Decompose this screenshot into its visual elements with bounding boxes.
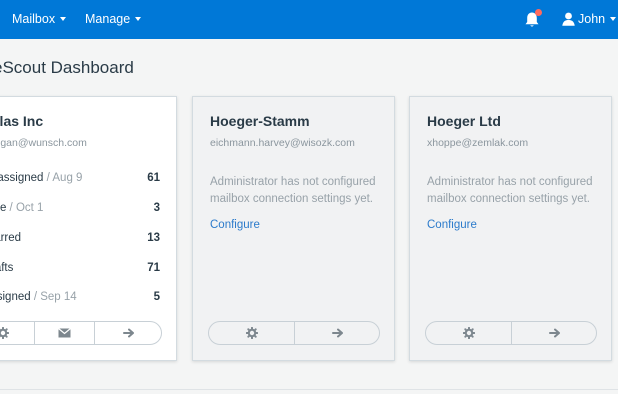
nav-mailbox-dropdown[interactable]: Mailbox (12, 0, 67, 39)
chevron-down-icon (135, 16, 142, 21)
mailbox-settings-button[interactable] (209, 322, 295, 344)
open-mailbox-button[interactable] (295, 322, 379, 344)
notification-badge (535, 9, 542, 16)
mailbox-card: ulas Inc rogan@wunsch.com nassigned / Au… (0, 96, 177, 361)
chevron-down-icon (610, 16, 617, 21)
mailbox-email: eichmann.harvey@wisozk.com (210, 137, 355, 149)
mailbox-email: xhoppe@zemlak.com (427, 137, 529, 149)
not-configured-message: Administrator has not configured mailbox… (210, 176, 376, 205)
folder-date: / Sep 14 (30, 291, 77, 303)
folder-row-starred[interactable]: tarred 13 (0, 232, 176, 250)
user-menu-dropdown[interactable]: John (562, 0, 617, 39)
new-conversation-button[interactable] (35, 322, 95, 344)
folder-count: 3 (153, 202, 160, 214)
folder-label: rafts (0, 262, 14, 274)
folder-label: tarred (0, 232, 22, 244)
folder-count: 13 (147, 232, 160, 244)
folder-row-assigned[interactable]: ssigned / Sep 14 5 (0, 291, 176, 309)
arrow-right-icon (548, 328, 560, 338)
open-mailbox-button[interactable] (512, 322, 596, 344)
envelope-icon (58, 327, 71, 339)
nav-mailbox-label: Mailbox (12, 12, 56, 26)
folder-date: / Oct 1 (6, 202, 44, 214)
mailbox-settings-button[interactable] (426, 322, 512, 344)
gear-icon (462, 327, 475, 339)
chevron-down-icon (60, 16, 67, 21)
top-navbar: Mailbox Manage John (0, 0, 618, 39)
mailbox-name[interactable]: ulas Inc (0, 113, 43, 129)
mailbox-actions (425, 321, 597, 345)
notifications-button[interactable] (524, 9, 542, 29)
arrow-right-icon (122, 328, 134, 338)
folder-row-mine[interactable]: ine / Oct 1 3 (0, 202, 176, 220)
configure-link[interactable]: Configure (210, 219, 260, 231)
gear-icon (245, 327, 258, 339)
arrow-right-icon (331, 328, 343, 338)
folder-date: / Aug 9 (43, 172, 83, 184)
mailbox-settings-button[interactable] (0, 322, 35, 344)
configure-link[interactable]: Configure (427, 219, 477, 231)
folder-count: 61 (147, 172, 160, 184)
folder-row-drafts[interactable]: rafts 71 (0, 262, 176, 280)
mailbox-email: rogan@wunsch.com (0, 137, 87, 149)
not-configured-message: Administrator has not configured mailbox… (427, 176, 593, 205)
page-title: eScout Dashboard (0, 58, 134, 77)
user-icon (562, 12, 575, 26)
open-mailbox-button[interactable] (95, 322, 161, 344)
folder-count: 5 (153, 291, 160, 303)
folder-label: ssigned (0, 291, 31, 303)
folder-row-unassigned[interactable]: nassigned / Aug 9 61 (0, 172, 176, 190)
folder-count: 71 (147, 262, 160, 274)
nav-manage-dropdown[interactable]: Manage (85, 0, 142, 39)
mailbox-name[interactable]: Hoeger Ltd (427, 113, 501, 129)
mailbox-actions (0, 321, 162, 345)
mailbox-card: Hoeger-Stamm eichmann.harvey@wisozk.com … (192, 96, 395, 361)
gear-icon (0, 327, 9, 339)
user-name: John (578, 12, 606, 26)
nav-manage-label: Manage (85, 12, 131, 26)
mailbox-name[interactable]: Hoeger-Stamm (210, 113, 310, 129)
footer-divider (0, 389, 618, 390)
mailbox-card: Hoeger Ltd xhoppe@zemlak.com Administrat… (409, 96, 612, 361)
folder-label: nassigned (0, 172, 44, 184)
mailbox-actions (208, 321, 380, 345)
